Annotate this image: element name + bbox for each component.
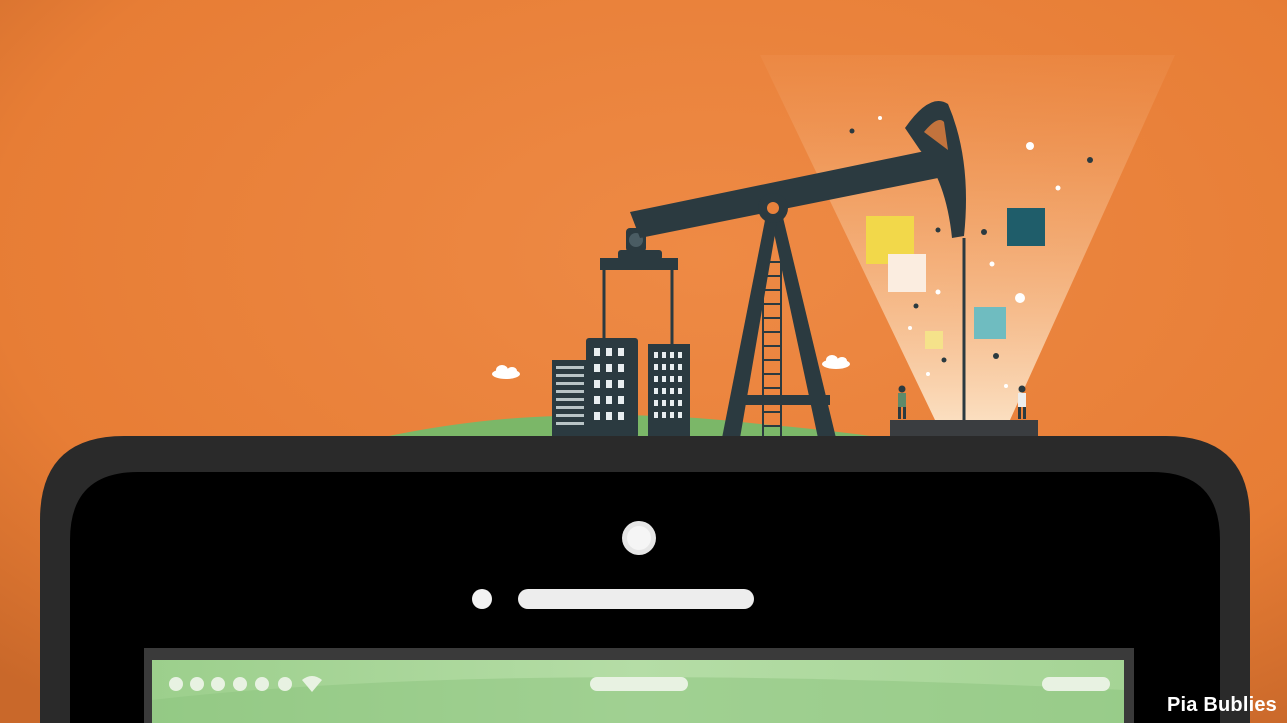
illustration: Pia Bublies (0, 0, 1287, 723)
clock-placeholder (590, 677, 688, 691)
smartphone-icon (40, 436, 1250, 723)
data-square (888, 254, 926, 292)
sensor-icon (472, 589, 492, 609)
data-square (974, 307, 1006, 339)
platform (890, 420, 1038, 436)
data-square (925, 331, 943, 349)
speaker-grille (518, 589, 754, 609)
battery-icon (1042, 677, 1110, 691)
artist-credit: Pia Bublies (1166, 694, 1277, 716)
artwork (0, 0, 1287, 723)
data-square (1007, 208, 1045, 246)
